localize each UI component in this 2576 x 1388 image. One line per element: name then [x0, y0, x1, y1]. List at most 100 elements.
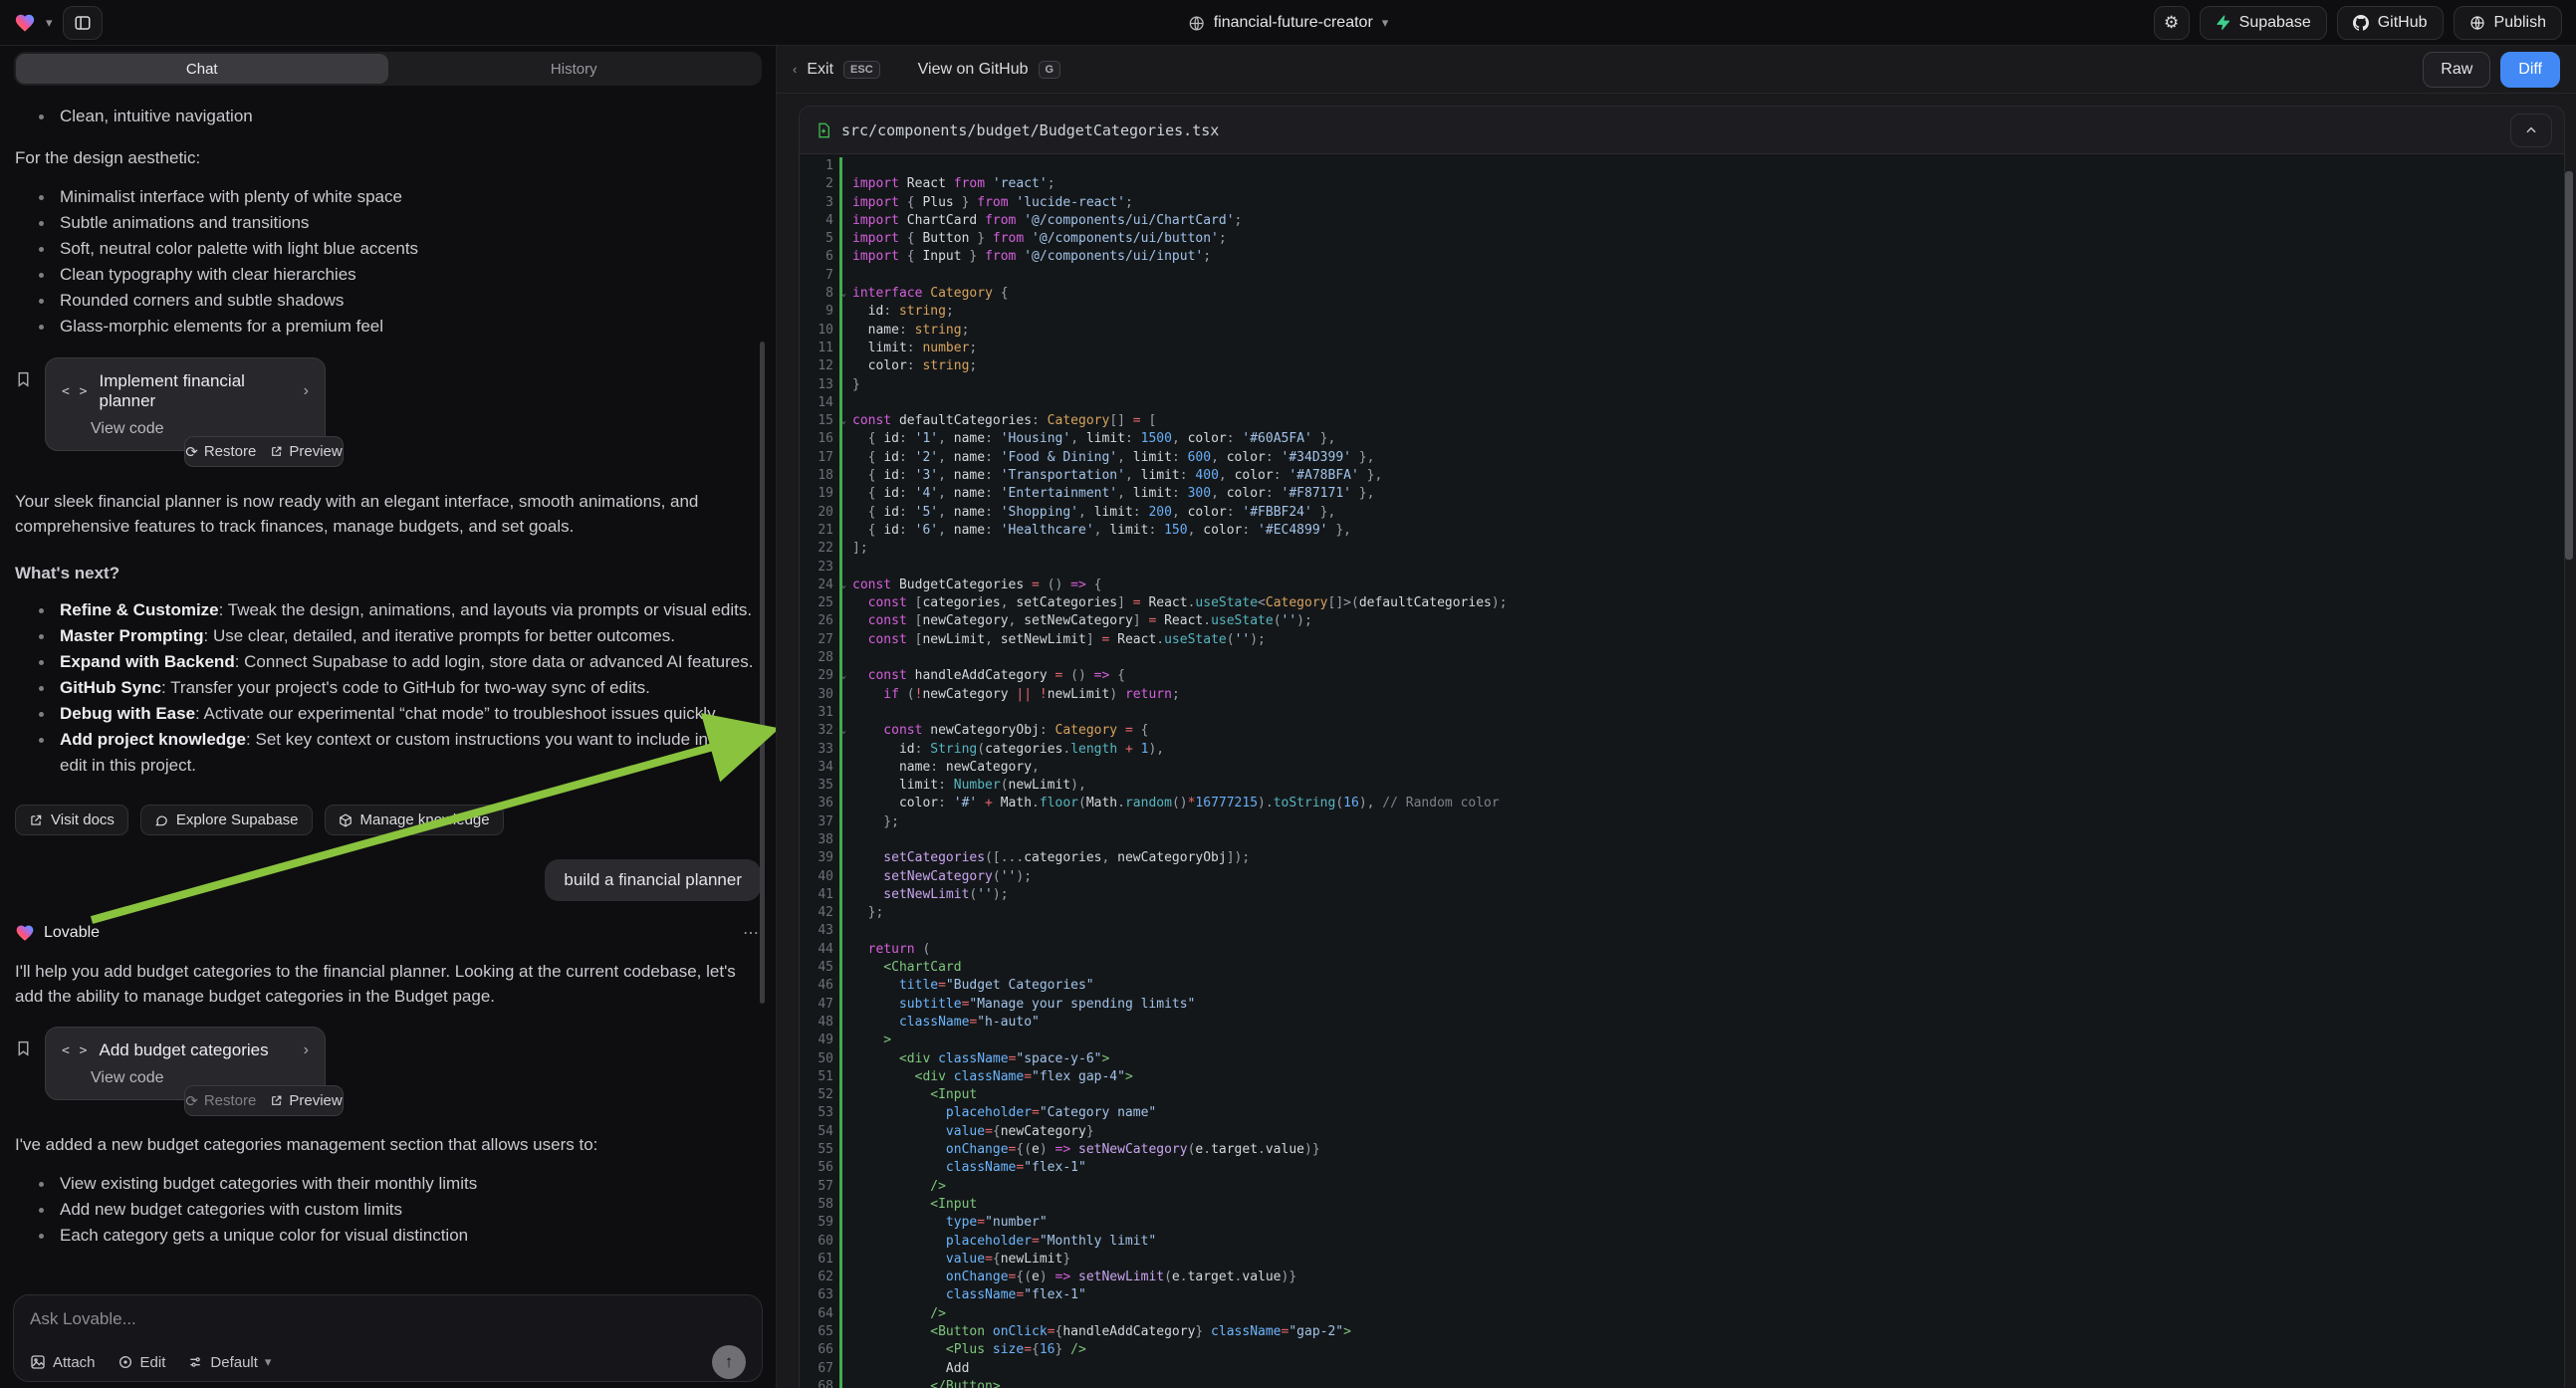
code-scrollbar[interactable] [2565, 171, 2573, 560]
code-editor[interactable]: 12import React from 'react';3import { Pl… [800, 154, 2564, 1388]
diff-tab-button[interactable]: Diff [2500, 52, 2560, 88]
settings-button[interactable]: ⚙ [2154, 6, 2190, 40]
line-number: 24 [800, 577, 839, 594]
code-line: 17 { id: '2', name: 'Food & Dining', lim… [800, 449, 2564, 467]
code-line: 5import { Button } from '@/components/ui… [800, 230, 2564, 248]
line-number: 35 [800, 777, 839, 795]
file-header[interactable]: src/components/budget/BudgetCategories.t… [800, 107, 2564, 154]
line-number: 48 [800, 1014, 839, 1032]
preview-button[interactable]: Preview [270, 443, 342, 460]
line-number: 10 [800, 322, 839, 340]
line-number: 66 [800, 1341, 839, 1359]
chat-scrollback: Clean, intuitive navigation For the desi… [0, 92, 776, 1288]
line-number: 37 [800, 813, 839, 831]
prompt-input[interactable] [30, 1309, 746, 1329]
project-switcher[interactable]: financial-future-creator ▾ [1188, 0, 1389, 46]
supabase-button[interactable]: Supabase [2200, 6, 2327, 40]
explore-supabase-button[interactable]: Explore Supabase [140, 805, 313, 835]
code-line: 3import { Plus } from 'lucide-react'; [800, 194, 2564, 212]
code-icon: < > [62, 1043, 88, 1058]
restore-button[interactable]: ⟳ Restore [185, 443, 256, 461]
code-line: 19 { id: '4', name: 'Entertainment', lim… [800, 485, 2564, 503]
raw-tab-button[interactable]: Raw [2423, 52, 2490, 88]
line-number: 58 [800, 1196, 839, 1214]
code-line: 21 { id: '6', name: 'Healthcare', limit:… [800, 522, 2564, 540]
code-line: 35 limit: Number(newLimit), [800, 777, 2564, 795]
preview-button[interactable]: Preview [270, 1092, 342, 1109]
line-number: 13 [800, 376, 839, 394]
model-selector[interactable]: Default ▾ [187, 1354, 271, 1371]
edit-mode-button[interactable]: Edit [117, 1354, 166, 1371]
chevron-down-icon: ▾ [1382, 15, 1389, 31]
view-on-github-button[interactable]: View on GitHub G [918, 61, 1060, 79]
line-number: 67 [800, 1360, 839, 1378]
restore-button[interactable]: ⟳ Restore [185, 1092, 256, 1110]
line-number: 28 [800, 649, 839, 667]
code-line: 60 placeholder="Monthly limit" [800, 1233, 2564, 1251]
code-line: 31 [800, 704, 2564, 722]
message-menu-button[interactable]: ⋯ [743, 923, 761, 943]
tab-chat[interactable]: Chat [16, 54, 388, 84]
code-line: 26 const [newCategory, setNewCategory] =… [800, 612, 2564, 630]
lovable-heart-icon [15, 923, 35, 943]
code-toolbar: ‹ Exit ESC View on GitHub G Raw Diff [777, 46, 2576, 94]
line-number: 31 [800, 704, 839, 722]
prompt-composer: Attach Edit Defaul [13, 1294, 763, 1382]
bookmark-icon[interactable] [15, 1039, 32, 1058]
line-number: 45 [800, 959, 839, 977]
line-number: 63 [800, 1286, 839, 1304]
publish-button[interactable]: Publish [2454, 6, 2562, 40]
list-item: Debug with Ease: Activate our experiment… [33, 701, 761, 727]
chevron-up-icon [2524, 123, 2538, 137]
bookmark-icon[interactable] [15, 369, 32, 389]
line-number: 39 [800, 849, 839, 867]
line-number: 26 [800, 612, 839, 630]
tips-list: Refine & Customize: Tweak the design, an… [15, 597, 761, 779]
line-number: 8 [800, 285, 839, 303]
line-number: 23 [800, 559, 839, 577]
chat-scrollbar[interactable] [760, 342, 765, 1004]
chevron-down-icon: ▾ [265, 1354, 272, 1370]
github-button[interactable]: GitHub [2337, 6, 2444, 40]
restore-icon: ⟳ [185, 1092, 198, 1110]
github-icon [2353, 15, 2369, 31]
line-number: 14 [800, 394, 839, 412]
code-line: 52 <Input [800, 1086, 2564, 1104]
line-number: 47 [800, 996, 839, 1014]
code-line: 64 /> [800, 1305, 2564, 1323]
line-number: 20 [800, 504, 839, 522]
send-button[interactable]: ↑ [712, 1345, 746, 1379]
file-diff-card: src/components/budget/BudgetCategories.t… [799, 106, 2565, 1388]
collapse-file-button[interactable] [2510, 114, 2552, 147]
tab-history[interactable]: History [388, 54, 761, 84]
assistant-name: Lovable [44, 924, 100, 942]
visit-docs-button[interactable]: Visit docs [15, 805, 128, 835]
list-item: GitHub Sync: Transfer your project's cod… [33, 675, 761, 701]
chevron-down-icon[interactable]: ▾ [46, 15, 53, 31]
arrow-up-icon: ↑ [725, 1352, 734, 1372]
external-link-icon [270, 445, 283, 458]
sidebar-toggle-button[interactable] [63, 6, 103, 40]
line-number: 59 [800, 1214, 839, 1232]
globe-icon [2469, 15, 2485, 31]
manage-knowledge-button[interactable]: Manage knowledge [325, 805, 504, 835]
code-line: 4import ChartCard from '@/components/ui/… [800, 212, 2564, 230]
line-number: 43 [800, 922, 839, 940]
lovable-logo-icon[interactable] [14, 12, 36, 34]
summary-paragraph: Your sleek financial planner is now read… [15, 489, 732, 539]
code-line: 50 <div className="space-y-6"> [800, 1050, 2564, 1068]
line-number: 57 [800, 1178, 839, 1196]
top-bar: ▾ financial-future-creator ▾ ⚙ Supabase [0, 0, 2576, 46]
line-number: 42 [800, 904, 839, 922]
list-item: Minimalist interface with plenty of whit… [33, 184, 761, 210]
line-number: 5 [800, 230, 839, 248]
line-number: 12 [800, 357, 839, 375]
line-number: 21 [800, 522, 839, 540]
code-line: 15const defaultCategories: Category[] = … [800, 412, 2564, 430]
attach-button[interactable]: Attach [30, 1354, 96, 1371]
line-number: 2 [800, 175, 839, 193]
external-link-icon [29, 813, 43, 827]
line-number: 49 [800, 1032, 839, 1049]
code-line: 23 [800, 559, 2564, 577]
exit-button[interactable]: ‹ Exit ESC [793, 61, 880, 79]
